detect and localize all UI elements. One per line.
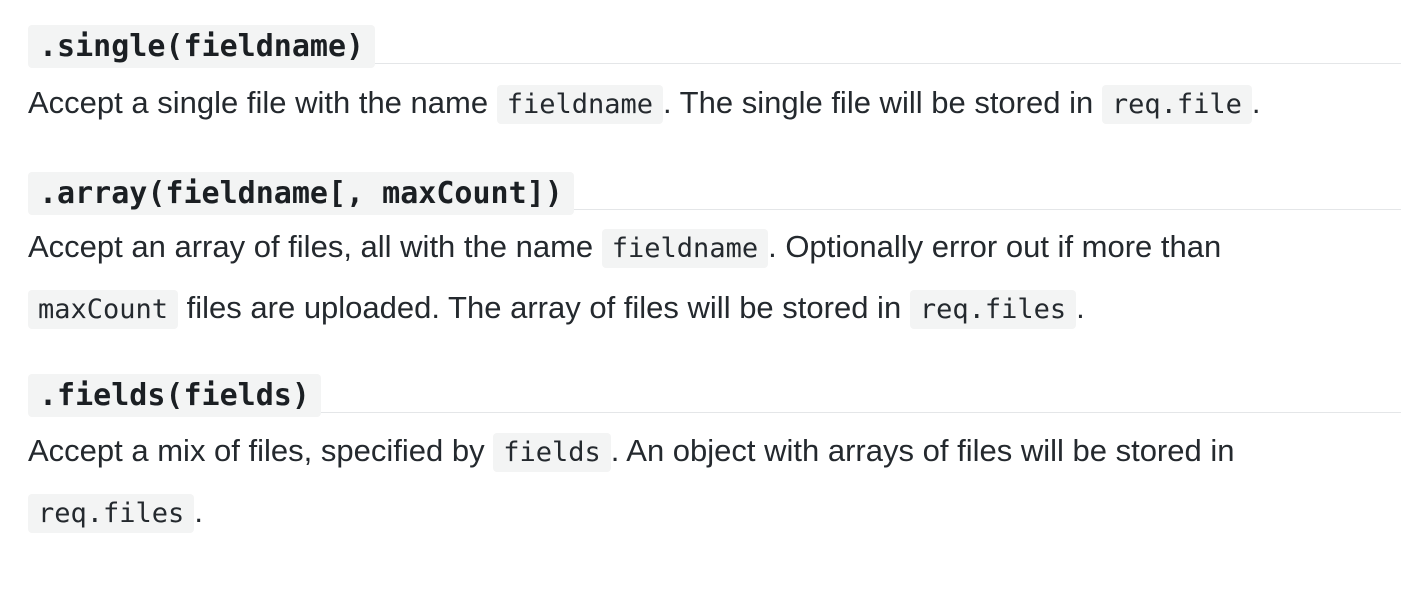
method-signature: .array(fieldname[, maxCount]) (28, 172, 574, 215)
method-description-array: Accept an array of files, all with the n… (28, 217, 1401, 339)
inline-code: fieldname (496, 85, 664, 124)
description-text: Accept an array of files, all with the n… (28, 229, 602, 264)
inline-code: req.files (28, 494, 195, 533)
description-text: Accept a single file with the name (28, 85, 497, 120)
api-documentation: .single(fieldname) Accept a single file … (28, 0, 1401, 543)
description-text: . Optionally error out if more than (768, 229, 1222, 264)
inline-code: req.files (909, 290, 1077, 329)
description-text: . The single file will be stored in (663, 85, 1102, 120)
description-line: req.files. (28, 482, 1401, 543)
description-text: . (1076, 290, 1085, 325)
method-heading-array: .array(fieldname[, maxCount]) (28, 135, 1401, 215)
description-line: Accept a mix of files, specified by fiel… (28, 421, 1401, 482)
method-heading-fields: .fields(fields) (28, 339, 1401, 417)
method-signature: .single(fieldname) (28, 25, 376, 68)
inline-code: maxCount (28, 290, 179, 329)
description-line: maxCount files are uploaded. The array o… (28, 278, 1401, 339)
method-signature: .fields(fields) (28, 374, 321, 417)
method-heading-single: .single(fieldname) (28, 0, 1401, 68)
description-text: . An object with arrays of files will be… (610, 433, 1235, 468)
inline-code: req.file (1101, 85, 1252, 124)
description-text: . (1251, 85, 1261, 120)
description-text: files are uploaded. The array of files w… (178, 290, 910, 325)
description-text: . (194, 494, 203, 529)
method-description-single: Accept a single file with the name field… (28, 73, 1401, 134)
description-line: Accept an array of files, all with the n… (28, 217, 1401, 278)
method-description-fields: Accept a mix of files, specified by fiel… (28, 421, 1401, 543)
description-text: Accept a mix of files, specified by (28, 433, 494, 468)
inline-code: fields (493, 433, 611, 472)
inline-code: fieldname (601, 229, 769, 268)
